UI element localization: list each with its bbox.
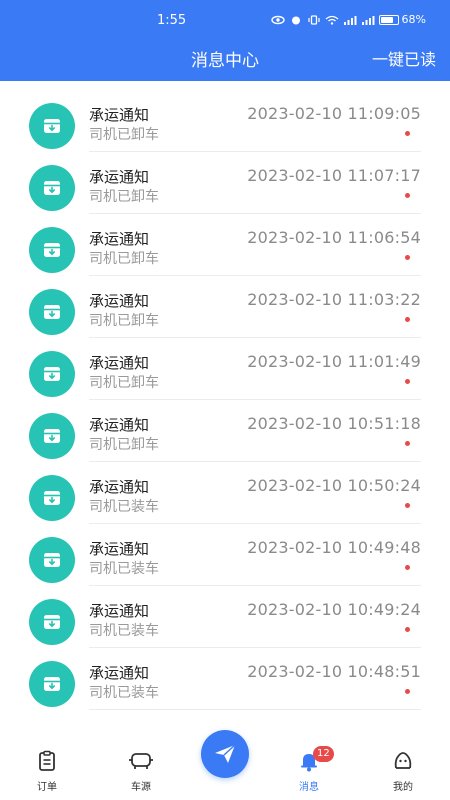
tab-messages-label: 消息 <box>299 782 319 793</box>
tab-orders-label: 订单 <box>37 782 57 793</box>
messages-badge: 12 <box>313 746 334 762</box>
message-timestamp: 2023-02-10 10:49:48 <box>247 538 421 557</box>
message-subtitle: 司机已卸车 <box>89 375 159 391</box>
battery-percent: 68% <box>401 13 426 26</box>
row-divider <box>89 709 421 710</box>
message-title: 承运通知 <box>89 106 150 124</box>
message-item[interactable]: 承运通知司机已装车 2023-02-10 10:49:48 <box>0 524 450 586</box>
inbox-icon <box>29 413 75 459</box>
message-item[interactable]: 承运通知司机已卸车 2023-02-10 11:01:49 <box>0 338 450 400</box>
message-item[interactable]: 承运通知司机已装车 2023-02-10 10:50:24 <box>0 462 450 524</box>
paper-plane-icon <box>215 744 236 763</box>
status-bar: 1:55 68% <box>0 0 450 42</box>
status-icons: 68% <box>270 13 426 26</box>
message-title: 承运通知 <box>89 540 150 558</box>
inbox-icon <box>29 165 75 211</box>
message-timestamp: 2023-02-10 10:48:51 <box>247 662 421 681</box>
clipboard-icon <box>39 750 55 771</box>
status-time: 1:55 <box>157 13 187 28</box>
tab-mine[interactable]: 我的 <box>373 750 433 793</box>
message-subtitle: 司机已装车 <box>89 561 159 577</box>
inbox-icon <box>29 537 75 583</box>
message-subtitle: 司机已装车 <box>89 623 159 639</box>
wifi-icon <box>325 15 338 25</box>
unread-dot <box>405 255 410 260</box>
unread-dot <box>405 131 410 136</box>
inbox-icon <box>29 351 75 397</box>
message-subtitle: 司机已装车 <box>89 499 159 515</box>
message-timestamp: 2023-02-10 11:09:05 <box>247 104 421 123</box>
tab-vehicles-label: 车源 <box>131 782 151 793</box>
unread-dot <box>405 565 410 570</box>
eye-icon <box>270 15 285 24</box>
battery-indicator: 68% <box>378 13 426 26</box>
message-subtitle: 司机已卸车 <box>89 127 159 143</box>
message-item[interactable]: 承运通知司机已装车 2023-02-10 10:49:24 <box>0 586 450 648</box>
mark-all-read-button[interactable]: 一键已读 <box>372 46 436 70</box>
tab-vehicles[interactable]: 车源 <box>111 750 171 793</box>
vibrate-icon <box>307 14 320 25</box>
header-bar: 1:55 68% 消息中心 一键已读 <box>0 0 450 81</box>
message-item[interactable]: 承运通知司机已装车 2023-02-10 10:48:51 <box>0 648 450 710</box>
message-timestamp: 2023-02-10 10:50:24 <box>247 476 421 495</box>
message-item[interactable]: 承运通知司机已卸车 2023-02-10 11:07:17 <box>0 152 450 214</box>
message-item[interactable]: 承运通知司机已卸车 2023-02-10 10:51:18 <box>0 400 450 462</box>
message-title: 承运通知 <box>89 292 150 310</box>
inbox-icon <box>29 599 75 645</box>
inbox-icon <box>29 289 75 335</box>
message-title: 承运通知 <box>89 230 150 248</box>
car-icon <box>129 753 153 769</box>
message-item[interactable]: 承运通知司机已卸车 2023-02-10 11:06:54 <box>0 214 450 276</box>
inbox-icon <box>29 103 75 149</box>
message-title: 承运通知 <box>89 416 150 434</box>
unread-dot <box>405 379 410 384</box>
unread-dot <box>405 503 410 508</box>
bottom-tab-bar: 订单 车源 12 消息 我的 <box>0 730 450 800</box>
message-subtitle: 司机已卸车 <box>89 437 159 453</box>
message-title: 承运通知 <box>89 478 150 496</box>
message-timestamp: 2023-02-10 11:06:54 <box>247 228 421 247</box>
signal-icon-2 <box>361 15 375 25</box>
battery-icon <box>378 14 399 25</box>
unread-dot <box>405 627 410 632</box>
message-item[interactable]: 承运通知司机已卸车 2023-02-10 11:09:05 <box>0 90 450 152</box>
message-list: 承运通知 司机已卸车 2023-02-10 11:09:05 承运通知 司机已卸车 202… <box>0 90 450 730</box>
message-subtitle: 司机已卸车 <box>89 313 159 329</box>
message-title: 承运通知 <box>89 354 150 372</box>
unread-dot <box>405 689 410 694</box>
message-timestamp: 2023-02-10 11:07:17 <box>247 166 421 185</box>
signal-icon <box>343 15 357 25</box>
message-title: 承运通知 <box>89 664 150 682</box>
inbox-icon <box>29 661 75 707</box>
message-subtitle: 司机已卸车 <box>89 251 159 267</box>
unread-dot <box>405 193 410 198</box>
alarm-icon <box>291 16 300 24</box>
message-timestamp: 2023-02-10 10:51:18 <box>247 414 421 433</box>
publish-button[interactable] <box>201 730 249 778</box>
message-title: 承运通知 <box>89 168 150 186</box>
profile-icon <box>394 752 412 769</box>
unread-dot <box>405 317 410 322</box>
message-subtitle: 司机已卸车 <box>89 189 159 205</box>
tab-orders[interactable]: 订单 <box>17 750 77 793</box>
message-timestamp: 2023-02-10 10:49:24 <box>247 600 421 619</box>
message-timestamp: 2023-02-10 11:01:49 <box>247 352 421 371</box>
message-subtitle: 司机已装车 <box>89 685 159 701</box>
message-title: 承运通知 <box>89 602 150 620</box>
inbox-icon <box>29 227 75 273</box>
inbox-icon <box>29 475 75 521</box>
message-item[interactable]: 承运通知司机已卸车 2023-02-10 11:03:22 <box>0 276 450 338</box>
tab-mine-label: 我的 <box>393 782 413 793</box>
message-timestamp: 2023-02-10 11:03:22 <box>247 290 421 309</box>
unread-dot <box>405 441 410 446</box>
tab-messages[interactable]: 12 消息 <box>279 746 339 793</box>
